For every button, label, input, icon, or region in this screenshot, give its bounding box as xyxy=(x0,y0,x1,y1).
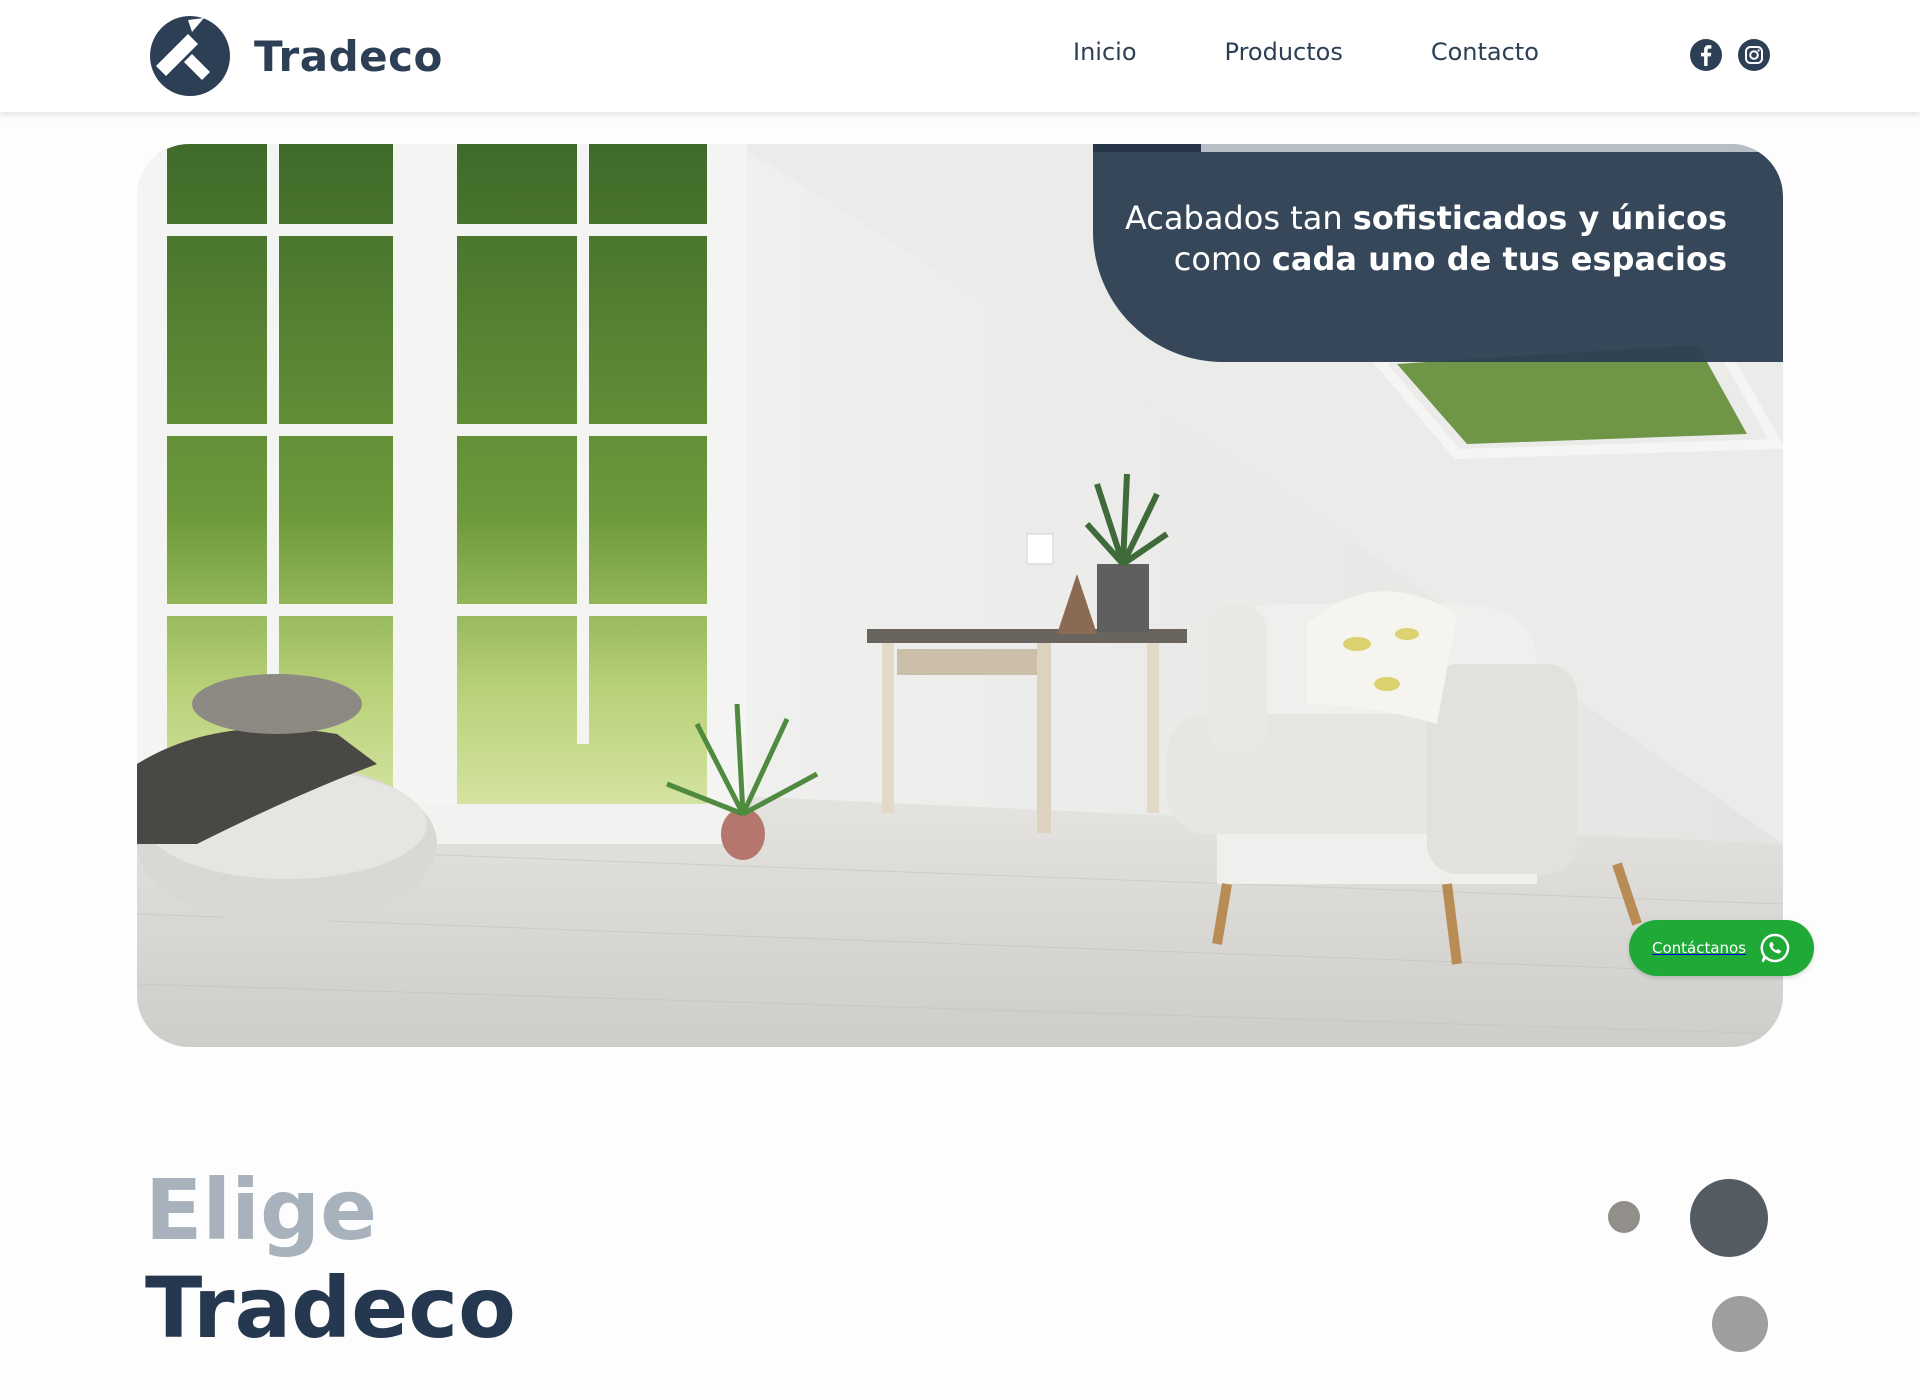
tradeco-logo-icon xyxy=(150,16,230,96)
hero-tagline-banner: Acabados tan sofisticados y únicos como … xyxy=(1093,144,1783,362)
decorative-dot-medium xyxy=(1712,1296,1768,1352)
heading-line-elige: Elige xyxy=(145,1161,378,1259)
hero-tagline: Acabados tan sofisticados y únicos como … xyxy=(1125,198,1727,280)
tagline-line2-bold: cada uno de tus espacios xyxy=(1271,240,1727,278)
facebook-icon[interactable] xyxy=(1690,39,1722,71)
tagline-line1-bold: sofisticados y únicos xyxy=(1352,199,1727,237)
main-nav: Inicio Productos Contacto xyxy=(1073,38,1539,66)
heading-line-tradeco: Tradeco xyxy=(145,1259,516,1357)
hero-banner-image: Acabados tan sofisticados y únicos como … xyxy=(137,144,1783,1047)
banner-accent-bar xyxy=(1201,144,1783,152)
tagline-line1-plain: Acabados tan xyxy=(1124,199,1353,237)
decorative-dot-small xyxy=(1608,1201,1640,1233)
tagline-line2-plain: como xyxy=(1173,240,1272,278)
social-links xyxy=(1690,39,1770,71)
instagram-icon[interactable] xyxy=(1738,39,1770,71)
banner-accent-bar-dark xyxy=(1093,144,1201,152)
section-heading: Elige Tradeco xyxy=(145,1160,516,1358)
brand-name: Tradeco xyxy=(254,31,443,81)
nav-productos[interactable]: Productos xyxy=(1225,38,1343,66)
site-header: Tradeco Inicio Productos Contacto xyxy=(0,0,1920,112)
contact-button-label: Contáctanos xyxy=(1652,939,1747,957)
whatsapp-icon xyxy=(1760,933,1790,963)
nav-inicio[interactable]: Inicio xyxy=(1073,38,1137,66)
whatsapp-contact-button[interactable]: Contáctanos xyxy=(1629,920,1814,976)
brand-logo[interactable]: Tradeco xyxy=(148,14,443,98)
decorative-dot-large xyxy=(1690,1179,1768,1257)
nav-contacto[interactable]: Contacto xyxy=(1431,38,1539,66)
